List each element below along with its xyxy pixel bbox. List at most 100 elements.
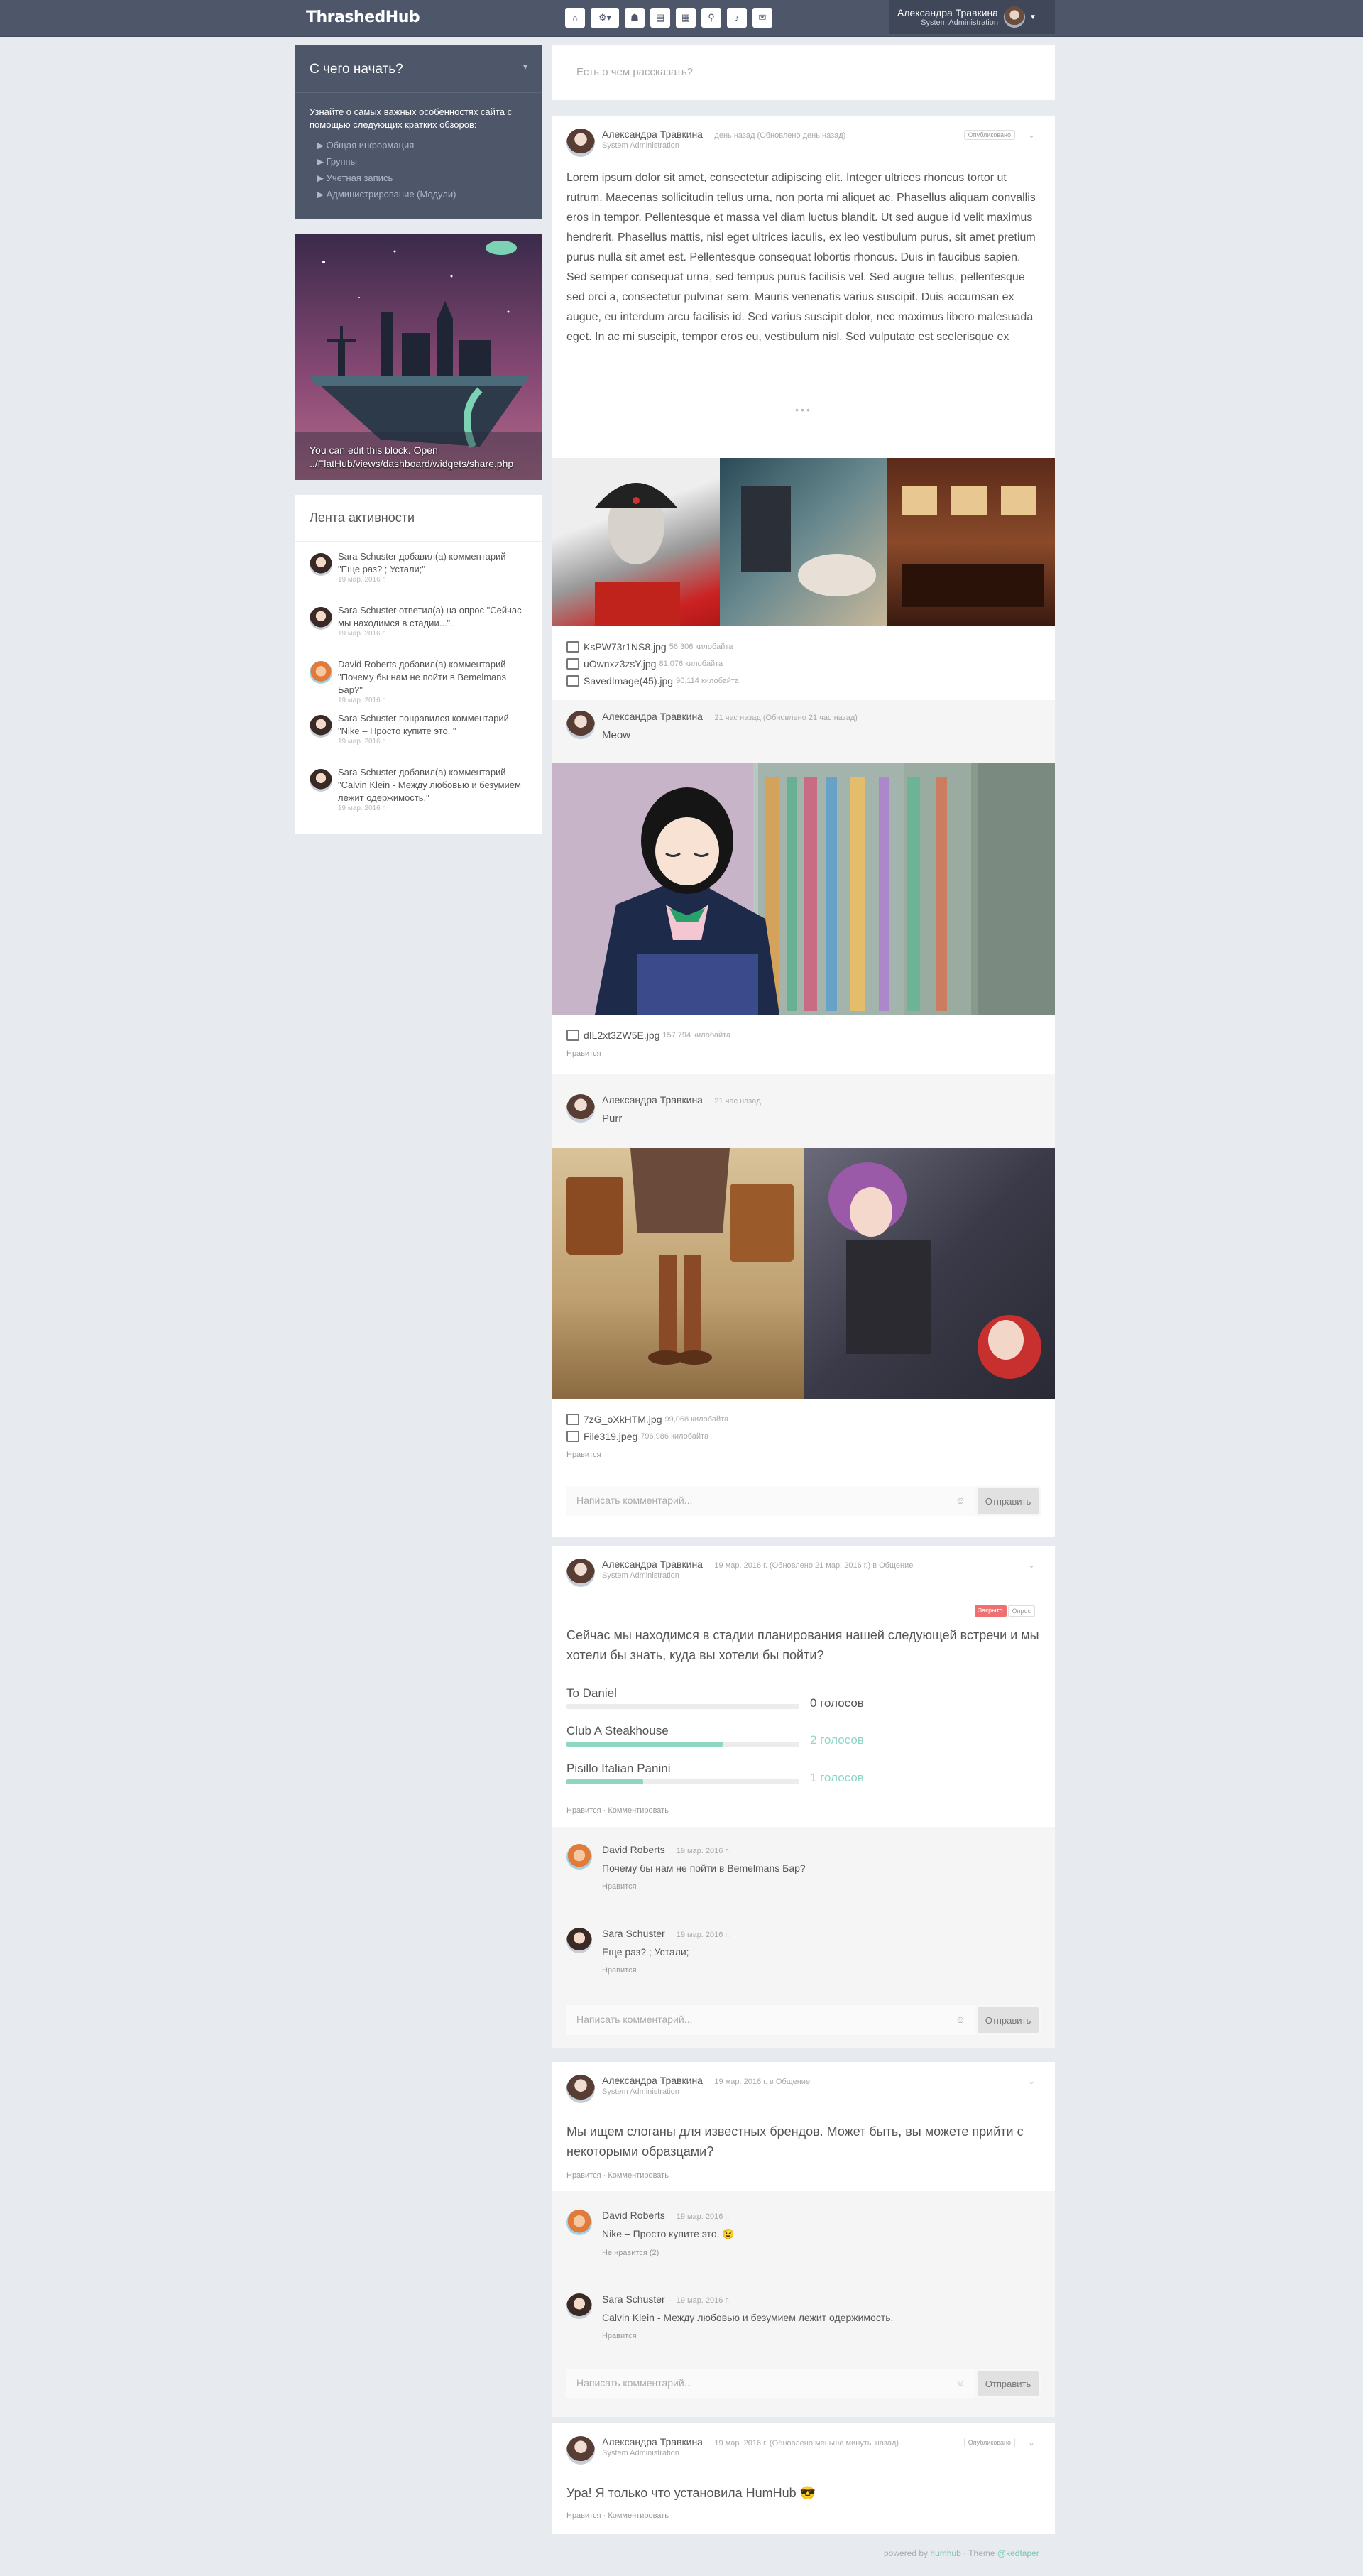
smiley-icon[interactable]: ☺ [956, 2377, 965, 2390]
poll-badge: Опрос [1007, 1605, 1035, 1617]
chevron-down-icon[interactable]: ⌄ [1028, 2076, 1035, 2086]
user-name: Александра Травкина [897, 7, 998, 18]
file-attachment[interactable]: 7zG_oXkHTM.jpg 99,068 килобайта [552, 1411, 1055, 1428]
submit-comment-button[interactable]: Отправить [978, 1488, 1039, 1514]
poll-option-label: Pisillo Italian Panini [566, 1762, 671, 1775]
poll-bar [566, 1704, 799, 1709]
post-author[interactable]: Александра Травкина [602, 1559, 703, 1570]
avatar[interactable] [566, 129, 595, 157]
collapse-icon[interactable]: ▾ [523, 62, 527, 75]
post-time[interactable]: день назад (Обновлено день назад) [714, 131, 845, 140]
post-text: Purr [602, 1113, 623, 1125]
top-nav-icons: ⌂ ⚙▾ ☗ ▤ ▦ ⚲ ♪ ✉ [565, 8, 772, 28]
humhub-link[interactable]: humhub [930, 2548, 960, 2558]
getting-started-link[interactable]: ▶ Администрирование (Модули) [295, 186, 542, 202]
poll-card: Александра Травкина 19 мар. 2016 г. (Обн… [552, 1546, 1055, 2048]
post-author[interactable]: Александра Травкина [602, 2075, 703, 2086]
avatar[interactable] [566, 2436, 595, 2465]
directory-icon[interactable]: ☗ [625, 8, 645, 28]
post-text: Мы ищем слоганы для известных брендов. М… [566, 2124, 1024, 2159]
files-icon[interactable]: ▦ [676, 8, 696, 28]
comment-form: Написать комментарий... ☺ Отправить [566, 2369, 1041, 2398]
avatar[interactable] [566, 1559, 595, 1587]
post-time[interactable]: 19 мар. 2016 г. (Обновлено 21 мар. 2016 … [714, 1561, 913, 1570]
activity-item[interactable]: David Roberts добавил(а) комментарий "По… [295, 650, 542, 704]
activity-item[interactable]: Sara Schuster понравился комментарий "Ni… [295, 704, 542, 758]
like-link[interactable]: Нравится [602, 1966, 729, 1975]
like-link[interactable]: Нравится [602, 2332, 893, 2340]
like-link[interactable]: Нравится [602, 1882, 806, 1891]
post-image[interactable] [804, 1148, 1055, 1399]
chevron-down-icon[interactable]: ⌄ [1028, 1560, 1035, 1570]
file-attachment[interactable]: dIL2xt3ZW5E.jpg 157,794 килобайта [552, 1027, 1055, 1044]
image-file-icon [566, 1414, 579, 1425]
user-menu[interactable]: Александра Травкина System Administratio… [889, 0, 1055, 34]
image-file-icon [566, 675, 579, 687]
dashboard-icon[interactable]: ⚙▾ [591, 8, 619, 28]
post-author[interactable]: Александра Травкина [602, 2436, 703, 2447]
post-image[interactable] [887, 458, 1055, 626]
post-text: Ура! Я только что установила HumHub 😎 [566, 2486, 816, 2500]
activity-item[interactable]: Sara Schuster ответил(а) на опрос "Сейча… [295, 596, 542, 650]
brand-logo[interactable]: ThrashedHub [306, 9, 420, 26]
post-actions[interactable]: Нравится · Комментировать [552, 2171, 683, 2180]
like-link[interactable]: Не нравится (2) [602, 2249, 735, 2257]
file-attachment[interactable]: uOwnxz3zsY.jpg 81,076 килобайта [552, 655, 1055, 672]
smiley-icon[interactable]: ☺ [956, 1495, 965, 1507]
file-attachment[interactable]: KsPW73r1NS8.jpg 56,306 килобайта [552, 638, 1055, 655]
user-role: System Administration [921, 18, 998, 27]
avatar[interactable] [566, 711, 595, 739]
file-attachment[interactable]: SavedImage(45).jpg 90,114 килобайта [552, 672, 1055, 689]
home-icon[interactable]: ⌂ [565, 8, 585, 28]
post-time[interactable]: 19 мар. 2016 г. в Общение [714, 2078, 810, 2086]
avatar[interactable] [566, 2210, 592, 2235]
comment: Sara Schuster 19 мар. 2016 г. Еще раз? ; … [566, 1928, 729, 1975]
post-author[interactable]: Александра Травкина [602, 129, 703, 140]
poll-option-label: To Daniel [566, 1686, 617, 1700]
post-image[interactable] [552, 763, 1055, 1015]
spaces-icon[interactable]: ▤ [650, 8, 670, 28]
submit-comment-button[interactable]: Отправить [978, 2007, 1039, 2033]
comment-input[interactable]: Написать комментарий... ☺ [566, 2369, 975, 2398]
post-card: Александра Травкина день назад (Обновлен… [552, 116, 1055, 1537]
activity-item[interactable]: Sara Schuster добавил(а) комментарий "Ещ… [295, 542, 542, 596]
activity-item[interactable]: Sara Schuster добавил(а) комментарий "Ca… [295, 758, 542, 812]
status-badge: Опубликовано [963, 130, 1015, 140]
getting-started-link[interactable]: ▶ Учетная запись [295, 170, 542, 186]
post-actions[interactable]: Нравится · Комментировать [552, 2511, 683, 2520]
avatar[interactable] [566, 1844, 592, 1870]
avatar[interactable] [566, 2075, 595, 2103]
avatar[interactable] [566, 2293, 592, 2319]
chevron-down-icon[interactable]: ⌄ [1028, 130, 1035, 140]
avatar[interactable] [566, 1928, 592, 1953]
post-actions[interactable]: Нравится · Комментировать [552, 1806, 683, 1815]
submit-comment-button[interactable]: Отправить [978, 2371, 1039, 2396]
like-link[interactable]: Нравится [552, 1451, 1055, 1459]
smiley-icon[interactable]: ☺ [956, 2014, 965, 2026]
read-more-dots[interactable]: ••• [552, 404, 1055, 415]
file-attachment[interactable]: File319.jpeg 796,986 килобайта [552, 1428, 1055, 1445]
like-link[interactable]: Нравится [552, 1049, 1055, 1058]
notifications-icon[interactable]: ♪ [727, 8, 747, 28]
getting-started-title: С чего начать? [310, 62, 403, 77]
messages-icon[interactable]: ✉ [752, 8, 772, 28]
post-time[interactable]: 19 мар. 2016 г. (Обновлено меньше минуты… [714, 2439, 899, 2447]
search-icon[interactable]: ⚲ [701, 8, 721, 28]
new-post-input[interactable]: Есть о чем рассказать? [552, 45, 1055, 100]
post-image[interactable] [720, 458, 887, 626]
post-author-role: System Administration [602, 2087, 679, 2096]
chevron-down-icon[interactable]: ⌄ [1028, 2438, 1035, 2447]
poll-votes[interactable]: 0 голосов [810, 1696, 864, 1710]
comment-input[interactable]: Написать комментарий... ☺ [566, 2005, 975, 2035]
comment-input[interactable]: Написать комментарий... ☺ [566, 1486, 975, 1516]
avatar[interactable] [566, 1094, 595, 1123]
poll-votes[interactable]: 1 голосов [810, 1771, 864, 1785]
theme-author-link[interactable]: @kedtaper [997, 2548, 1039, 2558]
post-image[interactable] [552, 1148, 804, 1399]
share-entry: Александра Травкина 21 час назад Purr [566, 1094, 761, 1125]
post-image[interactable] [552, 458, 720, 626]
status-badge: Опубликовано [963, 2438, 1015, 2447]
getting-started-link[interactable]: ▶ Общая информация [295, 137, 542, 153]
poll-votes[interactable]: 2 голосов [810, 1733, 864, 1747]
getting-started-link[interactable]: ▶ Группы [295, 153, 542, 170]
